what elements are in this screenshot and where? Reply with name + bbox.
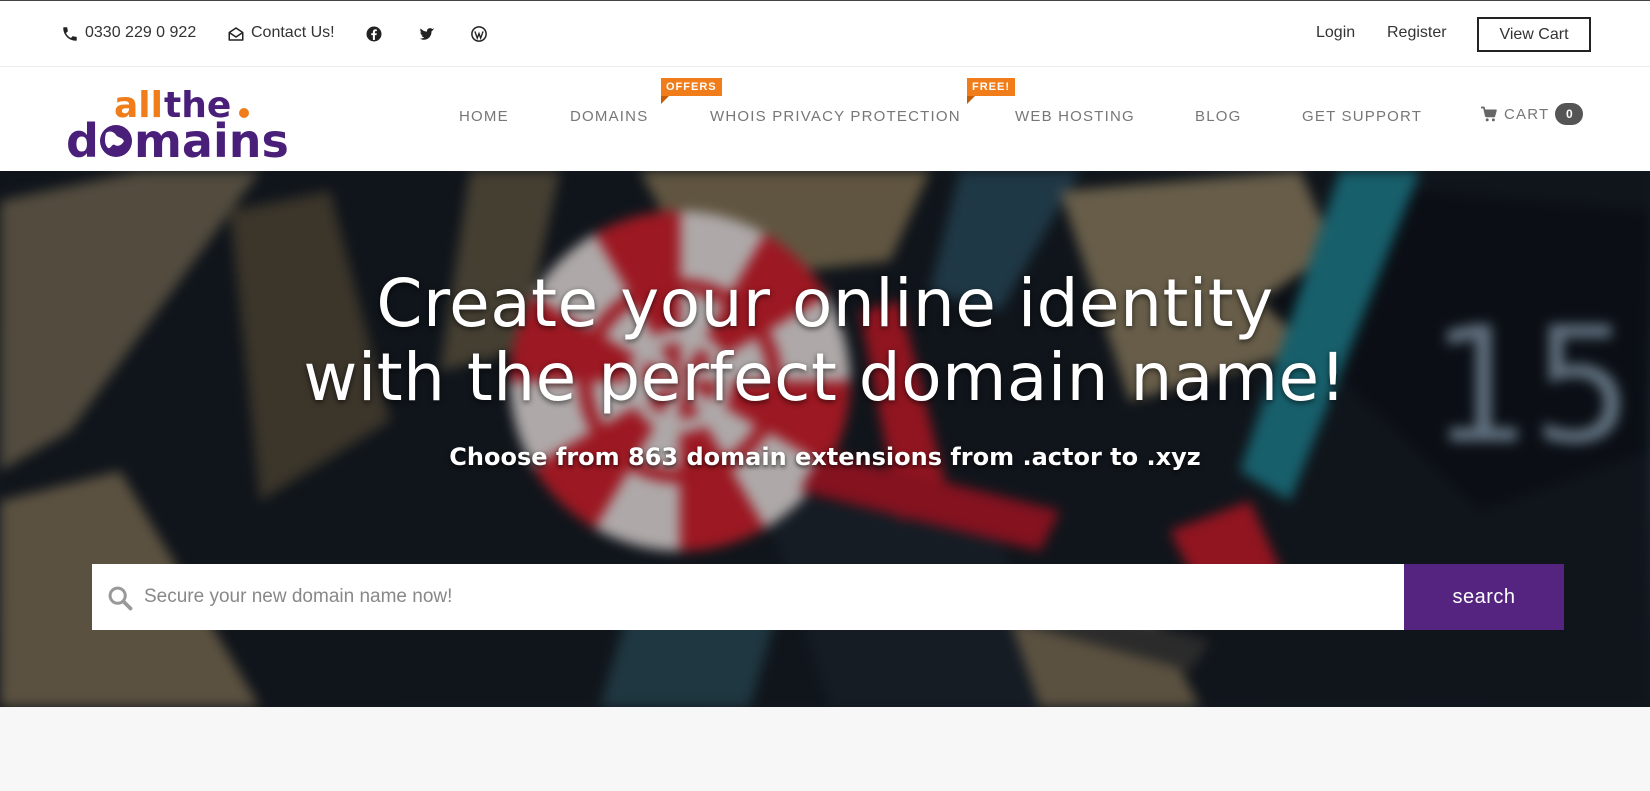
nav-domains[interactable]: DOMAINS <box>570 108 648 125</box>
search-icon <box>106 584 134 617</box>
nav-home[interactable]: HOME <box>459 108 509 125</box>
search-button[interactable]: search <box>1404 564 1564 630</box>
domain-search-input[interactable] <box>144 564 1484 630</box>
hero-title: Create your online identity with the per… <box>0 267 1650 415</box>
cart-count-badge: 0 <box>1555 103 1584 125</box>
nav-get-support[interactable]: GET SUPPORT <box>1302 108 1422 125</box>
hero-title-line-1: Create your online identity <box>376 265 1274 342</box>
twitter-icon[interactable] <box>418 25 436 43</box>
logo[interactable]: all the d mains <box>66 75 326 168</box>
phone-number[interactable]: 0330 229 0 922 <box>85 24 196 42</box>
nav-web-hosting[interactable]: WEB HOSTING <box>1015 108 1135 125</box>
hero-subtitle: Choose from 863 domain extensions from .… <box>449 443 1201 471</box>
hero-banner: 15 Create your online identity with the … <box>0 171 1650 707</box>
svg-text:mains: mains <box>134 114 289 165</box>
register-link[interactable]: Register <box>1387 24 1447 42</box>
free-badge: FREE! <box>967 78 1015 104</box>
envelope-open-icon <box>227 25 245 43</box>
facebook-icon[interactable] <box>365 25 383 43</box>
cart-label: CART <box>1504 105 1550 123</box>
login-link[interactable]: Login <box>1316 24 1355 42</box>
nav-blog[interactable]: BLOG <box>1195 108 1241 125</box>
svg-text:d: d <box>66 114 99 165</box>
view-cart-button[interactable]: View Cart <box>1477 17 1591 52</box>
content-section <box>0 707 1650 791</box>
top-bar: 0330 229 0 922 Contact Us! Login Registe… <box>0 0 1650 67</box>
phone-icon <box>61 25 79 43</box>
main-navbar: all the d mains HOME OFFERS DOMAINS WHOI… <box>0 67 1650 171</box>
nav-whois-privacy[interactable]: WHOIS PRIVACY PROTECTION <box>710 108 961 125</box>
wordpress-icon[interactable] <box>470 25 488 43</box>
domain-search-bar <box>92 564 1564 630</box>
contact-link[interactable]: Contact Us! <box>251 24 335 42</box>
shopping-cart-icon <box>1480 106 1498 122</box>
nav-cart[interactable]: CART 0 <box>1480 103 1584 125</box>
hero-title-line-2: with the perfect domain name! <box>303 339 1347 416</box>
offers-badge: OFFERS <box>661 78 722 104</box>
